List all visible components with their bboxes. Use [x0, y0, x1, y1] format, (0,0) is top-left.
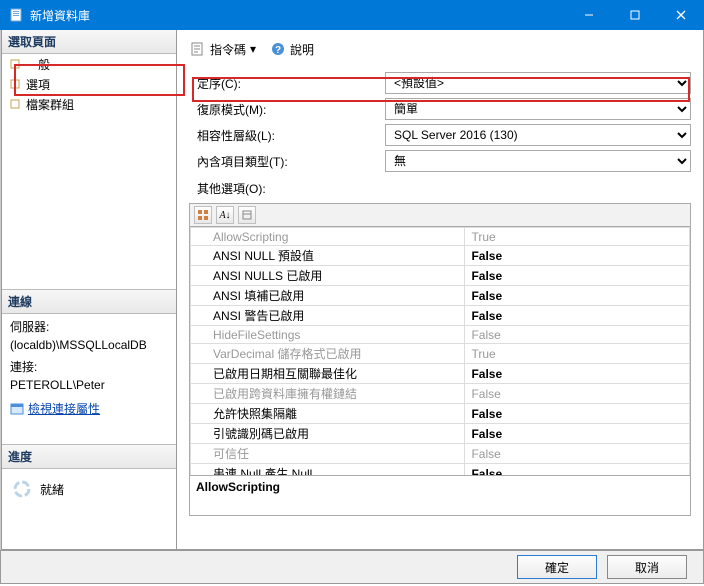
property-value[interactable]: False	[465, 246, 690, 266]
property-key: ANSI NULL 預設值	[191, 246, 465, 266]
property-row[interactable]: 已啟用跨資料庫擁有權鏈結False	[191, 384, 690, 404]
property-grid[interactable]: AllowScriptingTrueANSI NULL 預設值FalseANSI…	[189, 226, 691, 476]
page-icon	[8, 57, 22, 71]
dialog-footer: 確定 取消	[0, 550, 704, 584]
property-value[interactable]: False	[465, 364, 690, 384]
toolbar: 指令碼 ▾ ? 說明	[185, 36, 695, 62]
progress-status: 就緒	[40, 481, 64, 498]
chevron-down-icon: ▾	[250, 42, 256, 56]
connection-header: 連線	[2, 290, 176, 314]
cancel-button[interactable]: 取消	[607, 555, 687, 579]
property-row[interactable]: ANSI NULLS 已啟用False	[191, 266, 690, 286]
select-page-header: 選取頁面	[2, 30, 176, 54]
nav-label: 檔案群組	[26, 96, 74, 113]
property-row[interactable]: 允許快照集隔離False	[191, 404, 690, 424]
nav-item-filegroups[interactable]: 檔案群組	[2, 94, 176, 114]
property-row[interactable]: 可信任False	[191, 444, 690, 464]
help-label: 說明	[290, 41, 314, 58]
nav-label: 一般	[26, 56, 50, 73]
property-value[interactable]: False	[465, 306, 690, 326]
right-panel: 指令碼 ▾ ? 說明 定序(C): <預設值> 復原模式(M): 簡單 相容性層…	[177, 30, 703, 549]
property-row[interactable]: ANSI 警告已啟用False	[191, 306, 690, 326]
minimize-button[interactable]	[566, 0, 612, 30]
window-title: 新增資料庫	[30, 7, 566, 24]
properties-button[interactable]	[238, 206, 256, 224]
close-button[interactable]	[658, 0, 704, 30]
nav-item-options[interactable]: 選項	[2, 74, 176, 94]
selected-property-name: AllowScripting	[196, 480, 280, 494]
collation-select[interactable]: <預設值>	[385, 72, 691, 94]
containment-select[interactable]: 無	[385, 150, 691, 172]
compat-select[interactable]: SQL Server 2016 (130)	[385, 124, 691, 146]
page-icon	[8, 77, 22, 91]
property-value[interactable]: False	[465, 444, 690, 464]
property-key: 已啟用日期相互關聯最佳化	[191, 364, 465, 384]
view-connection-properties-link[interactable]: 檢視連接屬性	[10, 400, 100, 418]
property-key: VarDecimal 儲存格式已啟用	[191, 344, 465, 364]
property-key: 已啟用跨資料庫擁有權鏈結	[191, 384, 465, 404]
categorized-button[interactable]	[194, 206, 212, 224]
help-icon: ?	[270, 41, 286, 57]
property-key: ANSI 警告已啟用	[191, 306, 465, 326]
compat-label: 相容性層級(L):	[197, 127, 377, 144]
property-row[interactable]: 串連 Null 產生 NullFalse	[191, 464, 690, 477]
property-value[interactable]: False	[465, 326, 690, 344]
progress-icon	[12, 479, 32, 499]
alphabetical-button[interactable]: A↓	[216, 206, 234, 224]
property-value[interactable]: False	[465, 266, 690, 286]
server-label: 伺服器:	[10, 318, 168, 336]
connection-value: PETEROLL\Peter	[10, 376, 168, 394]
property-description: AllowScripting	[189, 476, 691, 516]
property-value[interactable]: True	[465, 344, 690, 364]
property-key: 允許快照集隔離	[191, 404, 465, 424]
property-row[interactable]: 已啟用日期相互關聯最佳化False	[191, 364, 690, 384]
form-area: 定序(C): <預設值> 復原模式(M): 簡單 相容性層級(L): SQL S…	[197, 72, 691, 197]
property-row[interactable]: HideFileSettingsFalse	[191, 326, 690, 344]
property-value[interactable]: False	[465, 404, 690, 424]
recovery-label: 復原模式(M):	[197, 101, 377, 118]
nav-item-general[interactable]: 一般	[2, 54, 176, 74]
property-value[interactable]: False	[465, 286, 690, 306]
property-value[interactable]: True	[465, 228, 690, 246]
property-key: HideFileSettings	[191, 326, 465, 344]
property-row[interactable]: 引號識別碼已啟用False	[191, 424, 690, 444]
titlebar: 新增資料庫	[0, 0, 704, 30]
server-value: (localdb)\MSSQLLocalDB	[10, 336, 168, 354]
svg-text:?: ?	[275, 45, 281, 56]
property-key: ANSI 填補已啟用	[191, 286, 465, 306]
property-key: 串連 Null 產生 Null	[191, 464, 465, 477]
maximize-button[interactable]	[612, 0, 658, 30]
property-row[interactable]: ANSI 填補已啟用False	[191, 286, 690, 306]
property-key: 可信任	[191, 444, 465, 464]
left-panel: 選取頁面 一般 選項 檔案群組 連線 伺服器: (localdb)\MSSQLL…	[2, 30, 177, 549]
property-key: ANSI NULLS 已啟用	[191, 266, 465, 286]
script-button[interactable]: 指令碼 ▾	[185, 38, 261, 61]
link-text: 檢視連接屬性	[28, 400, 100, 418]
connection-label: 連接:	[10, 358, 168, 376]
property-row[interactable]: VarDecimal 儲存格式已啟用True	[191, 344, 690, 364]
containment-label: 內含項目類型(T):	[197, 153, 377, 170]
connection-info: 伺服器: (localdb)\MSSQLLocalDB 連接: PETEROLL…	[2, 314, 176, 425]
ok-button[interactable]: 確定	[517, 555, 597, 579]
progress-header: 進度	[2, 445, 176, 469]
property-key: 引號識別碼已啟用	[191, 424, 465, 444]
other-options-label: 其他選項(O):	[197, 180, 691, 197]
help-button[interactable]: ? 說明	[265, 38, 319, 61]
property-value[interactable]: False	[465, 464, 690, 477]
property-value[interactable]: False	[465, 384, 690, 404]
page-icon	[8, 97, 22, 111]
property-key: AllowScripting	[191, 228, 465, 246]
nav-label: 選項	[26, 76, 50, 93]
property-row[interactable]: ANSI NULL 預設值False	[191, 246, 690, 266]
propgrid-toolbar: A↓	[189, 203, 691, 226]
property-row[interactable]: AllowScriptingTrue	[191, 228, 690, 246]
recovery-select[interactable]: 簡單	[385, 98, 691, 120]
script-icon	[190, 41, 206, 57]
app-icon	[8, 7, 24, 23]
property-value[interactable]: False	[465, 424, 690, 444]
properties-icon	[10, 402, 24, 416]
collation-label: 定序(C):	[197, 75, 377, 92]
script-label: 指令碼	[210, 41, 246, 58]
